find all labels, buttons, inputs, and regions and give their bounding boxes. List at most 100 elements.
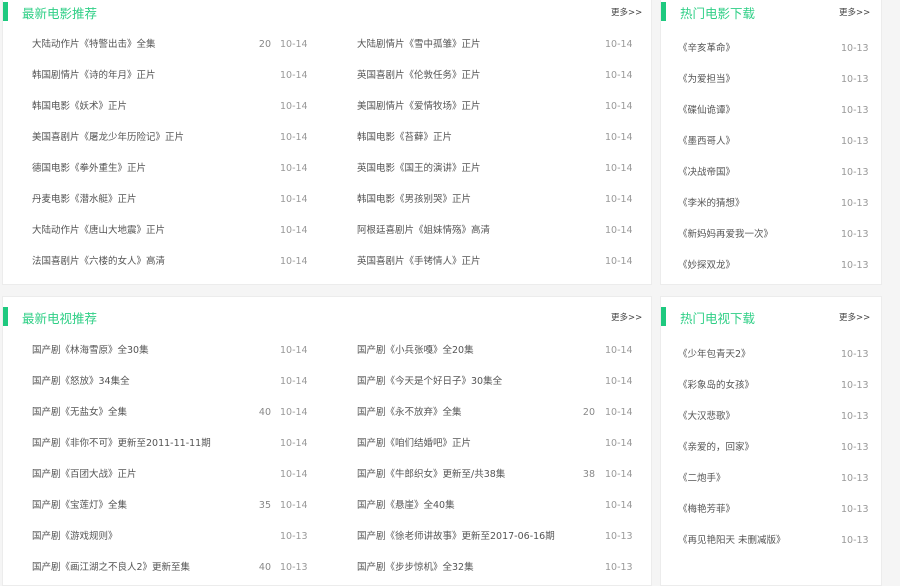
item-title-link[interactable]: 英国喜剧片《伦敦任务》正片 — [357, 69, 481, 83]
item-date: 10-14 — [605, 345, 633, 356]
section-title: 热门电视下载 — [680, 311, 756, 326]
section-accent-bar — [3, 2, 8, 21]
item-date: 10-13 — [841, 504, 869, 515]
item-title-link[interactable]: 丹麦电影《潜水艇》正片 — [32, 193, 137, 207]
item-title-link[interactable]: 国产剧《小兵张嘎》全20集 — [357, 344, 474, 358]
item-date: 10-13 — [841, 349, 869, 360]
item-count: 20 — [582, 407, 595, 418]
item-count: 20 — [258, 39, 271, 50]
item-date: 10-14 — [605, 469, 633, 480]
item-title-link[interactable]: 国产剧《林海雪原》全30集 — [32, 344, 149, 358]
item-title-link[interactable]: 《妙探双龙》 — [678, 259, 735, 273]
item-date: 10-13 — [841, 229, 869, 240]
item-date: 10-13 — [841, 105, 869, 116]
item-date: 10-13 — [841, 380, 869, 391]
item-title-link[interactable]: 国产剧《画江湖之不良人2》更新至集 — [32, 561, 190, 575]
item-date: 10-13 — [841, 442, 869, 453]
item-title-link[interactable]: 美国喜剧片《屠龙少年历险记》正片 — [32, 131, 184, 145]
item-title-link[interactable]: 阿根廷喜剧片《姐妹情殇》高清 — [357, 224, 490, 238]
more-link[interactable]: 更多>> — [839, 6, 870, 18]
item-title-link[interactable]: 韩国电影《苔藓》正片 — [357, 131, 452, 145]
more-link[interactable]: 更多>> — [839, 311, 870, 323]
item-title-link[interactable]: 《决战帝国》 — [678, 166, 735, 180]
more-link[interactable]: 更多>> — [611, 6, 642, 18]
item-title-link[interactable]: 《为爱担当》 — [678, 73, 735, 87]
hot-movies-panel: 热门电影下载 更多>> 《辛亥革命》 10-13 《为爱担当》 10-13 《碟仙诡谭》… — [660, 0, 882, 285]
item-date: 10-13 — [841, 136, 869, 147]
item-title-link[interactable]: 大陆动作片《特警出击》全集 — [32, 38, 156, 52]
item-count: 38 — [582, 469, 595, 480]
item-date: 10-14 — [605, 132, 633, 143]
item-title-link[interactable]: 法国喜剧片《六楼的女人》高清 — [32, 255, 165, 269]
item-title-link[interactable]: 韩国电影《妖术》正片 — [32, 100, 127, 114]
item-date: 10-13 — [280, 562, 308, 573]
item-title-link[interactable]: 国产剧《非你不可》更新至2011-11-11期 — [32, 437, 211, 451]
item-title-link[interactable]: 《二炮手》 — [678, 472, 726, 486]
section-title: 最新电影推荐 — [22, 6, 98, 21]
item-title-link[interactable]: 《墨西哥人》 — [678, 135, 735, 149]
item-date: 10-14 — [280, 376, 308, 387]
item-date: 10-14 — [280, 132, 308, 143]
item-date: 10-14 — [605, 101, 633, 112]
more-link[interactable]: 更多>> — [611, 311, 642, 323]
item-date: 10-13 — [841, 260, 869, 271]
item-title-link[interactable]: 大陆剧情片《雪中孤雏》正片 — [357, 38, 481, 52]
item-date: 10-13 — [841, 167, 869, 178]
item-date: 10-14 — [605, 376, 633, 387]
item-title-link[interactable]: 《大汉悲歌》 — [678, 410, 735, 424]
item-title-link[interactable]: 国产剧《百团大战》正片 — [32, 468, 137, 482]
item-title-link[interactable]: 《李米的猜想》 — [678, 197, 745, 211]
item-title-link[interactable]: 《再见艳阳天 未删减版》 — [678, 534, 786, 548]
item-date: 10-14 — [605, 256, 633, 267]
item-title-link[interactable]: 《碟仙诡谭》 — [678, 104, 735, 118]
item-title-link[interactable]: 《辛亥革命》 — [678, 42, 735, 56]
item-date: 10-14 — [280, 469, 308, 480]
item-title-link[interactable]: 国产剧《永不放弃》全集 — [357, 406, 462, 420]
item-title-link[interactable]: 《少年包青天2》 — [678, 348, 751, 362]
item-date: 10-13 — [841, 535, 869, 546]
item-title-link[interactable]: 《彩象岛的女孩》 — [678, 379, 754, 393]
item-title-link[interactable]: 英国喜剧片《手铐情人》正片 — [357, 255, 481, 269]
item-date: 10-14 — [280, 256, 308, 267]
item-title-link[interactable]: 《新妈妈再爱我一次》 — [678, 228, 773, 242]
item-date: 10-13 — [841, 411, 869, 422]
item-title-link[interactable]: 国产剧《步步惊机》全32集 — [357, 561, 474, 575]
item-count: 35 — [258, 500, 271, 511]
item-title-link[interactable]: 美国剧情片《爱情牧场》正片 — [357, 100, 481, 114]
latest-movies-panel: 最新电影推荐 更多>> 大陆动作片《特警出击》全集 20 10-14 韩国剧情片《诗的… — [2, 0, 652, 285]
item-title-link[interactable]: 国产剧《今天是个好日子》30集全 — [357, 375, 502, 389]
item-date: 10-14 — [280, 101, 308, 112]
item-date: 10-14 — [280, 407, 308, 418]
item-date: 10-13 — [841, 198, 869, 209]
item-title-link[interactable]: 国产剧《悬崖》全40集 — [357, 499, 455, 513]
item-title-link[interactable]: 国产剧《咱们结婚吧》正片 — [357, 437, 471, 451]
item-title-link[interactable]: 《亲爱的，回家》 — [678, 441, 754, 455]
item-date: 10-13 — [605, 562, 633, 573]
item-date: 10-14 — [605, 39, 633, 50]
item-title-link[interactable]: 德国电影《拳外重生》正片 — [32, 162, 146, 176]
item-date: 10-14 — [280, 163, 308, 174]
section-title: 热门电影下载 — [680, 6, 756, 21]
item-title-link[interactable]: 国产剧《牛郎织女》更新至/共38集 — [357, 468, 505, 482]
item-title-link[interactable]: 韩国电影《男孩别哭》正片 — [357, 193, 471, 207]
item-date: 10-14 — [280, 438, 308, 449]
section-accent-bar — [661, 2, 666, 21]
item-date: 10-13 — [841, 43, 869, 54]
item-title-link[interactable]: 国产剧《无盐女》全集 — [32, 406, 127, 420]
item-date: 10-14 — [280, 500, 308, 511]
item-date: 10-13 — [841, 473, 869, 484]
item-title-link[interactable]: 国产剧《宝莲灯》全集 — [32, 499, 127, 513]
section-accent-bar — [661, 307, 666, 326]
section-title: 最新电视推荐 — [22, 311, 98, 326]
item-title-link[interactable]: 国产剧《游戏规则》 — [32, 530, 118, 544]
item-count: 40 — [258, 407, 271, 418]
item-title-link[interactable]: 大陆动作片《唐山大地震》正片 — [32, 224, 165, 238]
item-title-link[interactable]: 国产剧《怒放》34集全 — [32, 375, 130, 389]
item-title-link[interactable]: 韩国剧情片《诗的年月》正片 — [32, 69, 156, 83]
item-title-link[interactable]: 国产剧《徐老师讲故事》更新至2017-06-16期 — [357, 530, 555, 544]
item-date: 10-14 — [605, 194, 633, 205]
item-date: 10-14 — [605, 407, 633, 418]
item-date: 10-14 — [280, 225, 308, 236]
item-title-link[interactable]: 英国电影《国王的演讲》正片 — [357, 162, 481, 176]
item-title-link[interactable]: 《梅艳芳菲》 — [678, 503, 735, 517]
